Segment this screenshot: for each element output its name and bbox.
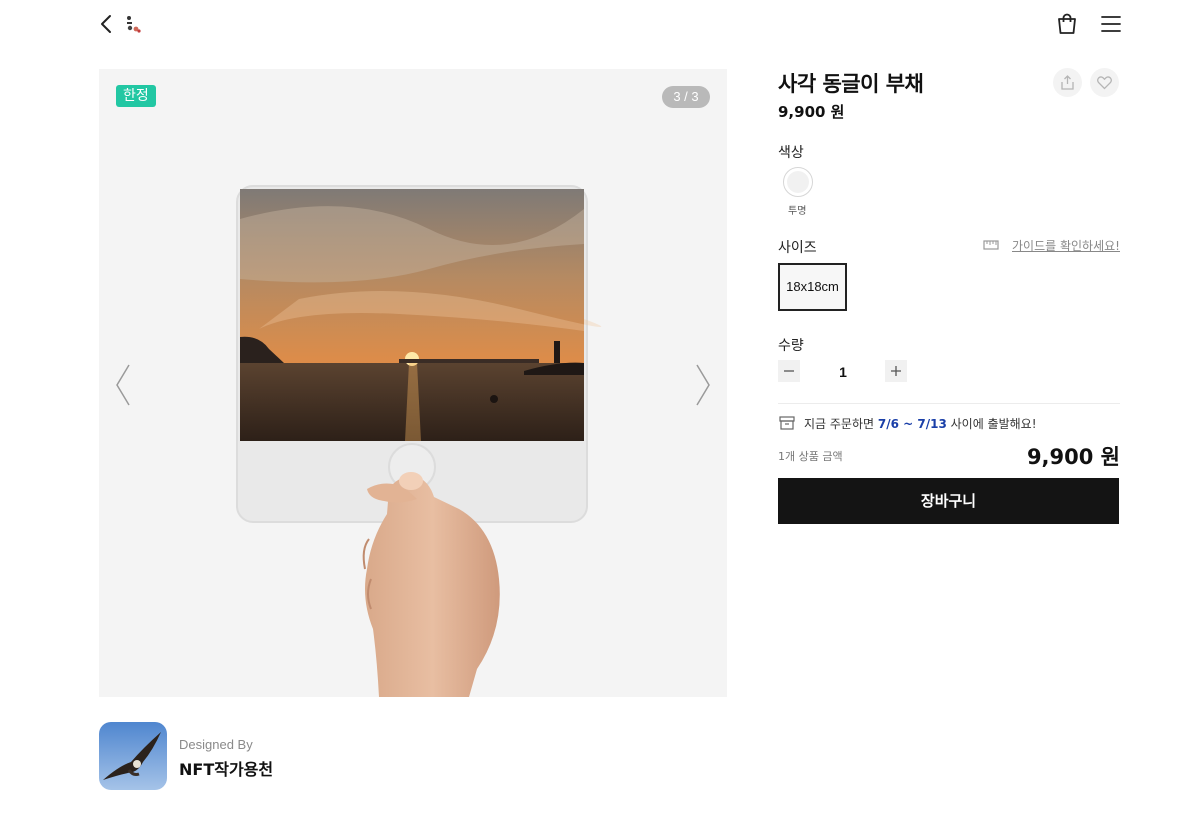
heart-icon — [1097, 76, 1112, 90]
color-option-label: 투명 — [788, 206, 807, 217]
plus-icon — [891, 366, 901, 376]
ruler-icon — [983, 240, 999, 250]
hamburger-menu-icon — [1101, 16, 1121, 32]
product-price: 9,900 원 — [778, 103, 845, 121]
designer-avatar[interactable] — [99, 722, 167, 790]
shipping-notice: 지금 주문하면 7/6 ~ 7/13 사이에 출발해요! — [804, 415, 1037, 432]
shipping-prefix: 지금 주문하면 — [804, 417, 878, 431]
color-option-clear[interactable] — [783, 167, 813, 197]
total-price: 9,900 원 — [1026, 445, 1120, 469]
shopping-bag-icon — [1058, 13, 1076, 34]
image-counter: 3 / 3 — [662, 86, 710, 108]
designer-name[interactable]: NFT작가용천 — [179, 756, 273, 780]
back-button[interactable] — [96, 12, 118, 36]
size-guide-link[interactable]: 가이드를 확인하세요! — [1012, 237, 1120, 254]
total-label: 1개 상품 금액 — [778, 450, 843, 463]
size-label: 사이즈 — [778, 240, 817, 256]
like-button[interactable] — [1090, 68, 1119, 97]
limited-badge: 한정 — [116, 85, 156, 107]
product-gallery[interactable]: 한정 3 / 3 — [99, 69, 727, 697]
shipping-dates: 7/6 ~ 7/13 — [877, 417, 947, 431]
size-option-18x18[interactable]: 18x18cm — [778, 263, 847, 311]
product-image — [236, 185, 602, 697]
product-title: 사각 동글이 부채 — [778, 72, 924, 96]
quantity-increase-button[interactable] — [885, 360, 907, 382]
next-image-button[interactable] — [691, 361, 715, 409]
designer-info[interactable]: Designed By NFT작가용천 — [99, 722, 499, 790]
prev-image-button[interactable] — [111, 361, 135, 409]
quantity-value[interactable]: 1 — [832, 364, 854, 380]
shipping-suffix: 사이에 출발해요! — [946, 417, 1037, 431]
box-icon — [779, 416, 795, 430]
share-icon — [1061, 75, 1074, 90]
quantity-decrease-button[interactable] — [778, 360, 800, 382]
minus-icon — [784, 370, 794, 372]
chevron-right-icon — [696, 364, 710, 406]
quantity-label: 수량 — [778, 338, 804, 354]
share-button[interactable] — [1053, 68, 1082, 97]
designed-by-label: Designed By — [179, 737, 253, 752]
top-header — [0, 0, 1200, 50]
add-to-cart-button[interactable]: 장바구니 — [778, 478, 1119, 524]
cart-button[interactable] — [1055, 12, 1079, 36]
color-label: 색상 — [778, 145, 804, 161]
chevron-left-icon — [101, 15, 111, 33]
brand-logo[interactable] — [123, 13, 143, 35]
divider — [778, 403, 1120, 404]
menu-button[interactable] — [1099, 12, 1123, 36]
chevron-left-icon — [116, 364, 130, 406]
